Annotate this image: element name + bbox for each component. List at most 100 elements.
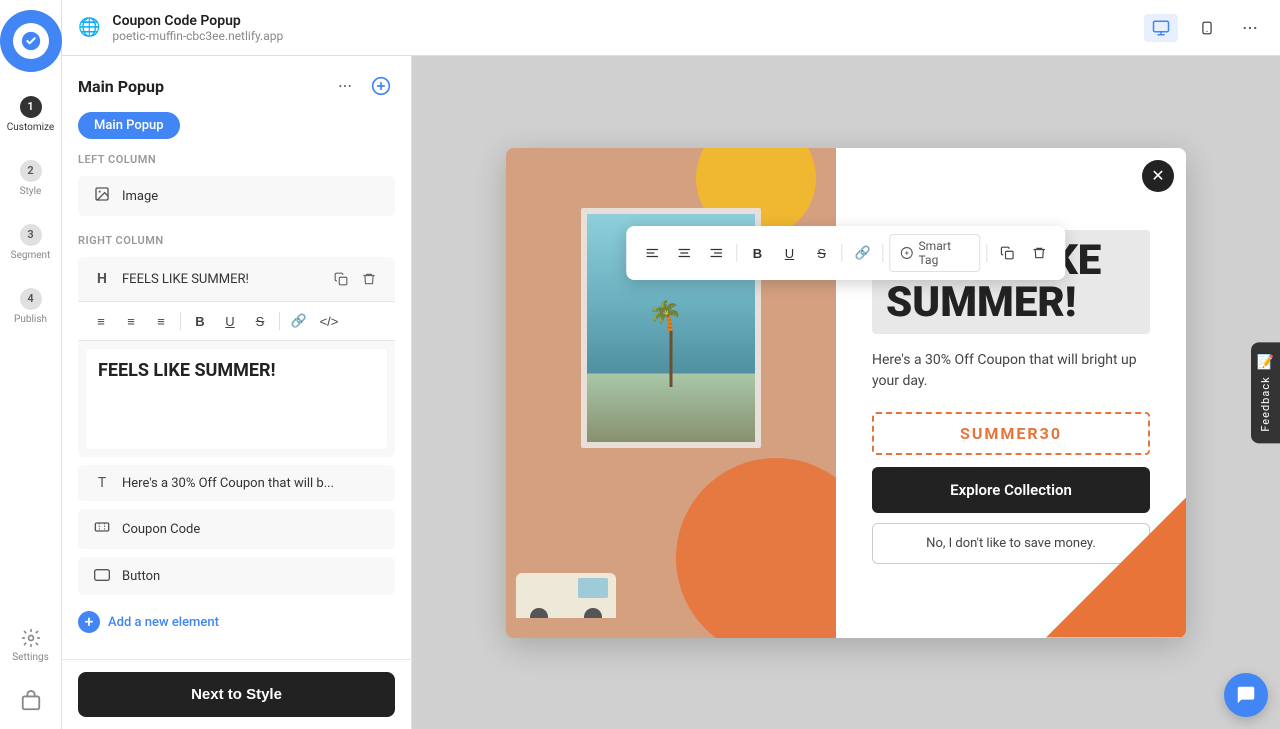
popup-preview: ✕ 🌴 [506, 148, 1186, 638]
heading-editor[interactable]: FEELS LIKE SUMMER! [86, 349, 387, 449]
sidebar-item-segment[interactable]: 3 Segment [0, 210, 62, 274]
panel-header-icons [331, 72, 395, 100]
globe-icon: 🌐 [78, 17, 100, 38]
popup-explore-button[interactable]: Explore Collection [872, 467, 1150, 513]
align-left-button[interactable]: ≡ [88, 308, 114, 334]
more-options-button[interactable] [1236, 14, 1264, 42]
strikethrough-button[interactable]: S [247, 308, 273, 334]
panel-header: Main Popup [62, 56, 411, 100]
main-popup-tab-label: Main Popup [94, 118, 164, 133]
heading-copy-button[interactable] [329, 267, 353, 291]
smart-tag-icon [901, 246, 914, 260]
heading-toolbar: ≡ ≡ ≡ B U S 🔗 </> [78, 301, 395, 341]
link-button[interactable]: 🔗 [286, 308, 312, 334]
device-desktop-button[interactable] [1144, 14, 1178, 42]
code-button[interactable]: </> [316, 308, 342, 334]
device-mobile-button[interactable] [1190, 14, 1224, 42]
ft-bold-button[interactable]: B [743, 239, 771, 267]
heading-text: FEELS LIKE SUMMER! [122, 272, 319, 287]
ft-smart-tag-button[interactable]: Smart Tag [890, 234, 981, 272]
ft-align-center-button[interactable] [670, 239, 698, 267]
van-shape [516, 573, 616, 618]
add-element-row[interactable]: + Add a new element [62, 599, 411, 645]
feedback-icon: 📝 [1257, 354, 1274, 370]
ft-link-button[interactable]: 🔗 [849, 239, 877, 267]
h-icon: H [92, 271, 112, 287]
settings-label: Settings [12, 652, 49, 663]
coupon-row[interactable]: Coupon Code [78, 509, 395, 549]
step-number-4: 4 [20, 288, 42, 310]
panel-more-button[interactable] [331, 72, 359, 100]
coupon-label: Coupon Code [122, 522, 381, 537]
panel-add-button[interactable] [367, 72, 395, 100]
van-window [578, 578, 608, 598]
chat-bubble-button[interactable] [1224, 673, 1268, 717]
ft-strikethrough-button[interactable]: S [808, 239, 836, 267]
ft-underline-button[interactable]: U [775, 239, 803, 267]
ft-align-center-icon [677, 246, 691, 260]
topbar-url: poetic-muffin-cbc3ee.netlify.app [112, 29, 283, 43]
palm-leaves: 🌴 [648, 299, 683, 332]
popup-subtext: Here's a 30% Off Coupon that will bright… [872, 350, 1150, 392]
sidebar-item-label-segment: Segment [11, 250, 51, 261]
heading-element: H FEELS LIKE SUMMER! [78, 257, 395, 457]
plus-circle-icon [371, 76, 391, 96]
text-icon: T [92, 475, 112, 491]
align-center-button[interactable]: ≡ [118, 308, 144, 334]
add-element-label: Add a new element [108, 615, 219, 630]
panel-more-icon [337, 78, 353, 94]
heading-delete-button[interactable] [357, 267, 381, 291]
paragraph-row[interactable]: T Here's a 30% Off Coupon that will b... [78, 465, 395, 501]
button-row[interactable]: Button [78, 557, 395, 595]
heading-actions [329, 267, 381, 291]
left-panel: Main Popup [62, 56, 412, 729]
mobile-icon [1200, 19, 1214, 37]
ft-align-left-button[interactable] [638, 239, 666, 267]
van-left-wheel [530, 608, 548, 618]
body-area: Main Popup [62, 56, 1280, 729]
feedback-panel[interactable]: 📝 Feedback [1251, 342, 1280, 443]
smart-tag-label: Smart Tag [919, 239, 970, 267]
desktop-icon [1152, 19, 1170, 37]
bold-button[interactable]: B [187, 308, 213, 334]
step-number-1: 1 [20, 96, 42, 118]
align-right-button[interactable]: ≡ [148, 308, 174, 334]
coupon-icon [92, 519, 112, 539]
popup-no-thanks-button[interactable]: No, I don't like to save money. [872, 523, 1150, 564]
orange-corner [1046, 498, 1186, 638]
panel-tab-row: Main Popup [62, 100, 411, 139]
palm-trunk [670, 327, 673, 387]
heading-row[interactable]: H FEELS LIKE SUMMER! [78, 257, 395, 301]
sidebar-item-style[interactable]: 2 Style [0, 146, 62, 210]
image-icon [92, 186, 112, 206]
ft-align-right-button[interactable] [702, 239, 730, 267]
ft-align-left-icon [645, 246, 659, 260]
button-icon [92, 567, 112, 585]
popup-close-button[interactable]: ✕ [1142, 160, 1174, 192]
preview-area: B U S 🔗 Smart Tag [412, 56, 1280, 729]
topbar: 🌐 Coupon Code Popup poetic-muffin-cbc3ee… [62, 0, 1280, 56]
van-right-wheel [584, 608, 602, 618]
popup-coupon-code: SUMMER30 [872, 412, 1150, 455]
image-row[interactable]: Image [78, 176, 395, 216]
next-to-style-button[interactable]: Next to Style [78, 672, 395, 717]
underline-button[interactable]: U [217, 308, 243, 334]
sidebar-item-customize[interactable]: 1 Customize [0, 82, 62, 146]
main-popup-tab[interactable]: Main Popup [78, 112, 180, 139]
sidebar-bag[interactable] [0, 673, 62, 729]
image-label: Image [122, 189, 381, 204]
copy-icon [334, 272, 348, 286]
step-number-2: 2 [20, 160, 42, 182]
main-area: 🌐 Coupon Code Popup poetic-muffin-cbc3ee… [62, 0, 1280, 729]
ft-copy-button[interactable] [994, 239, 1022, 267]
feedback-label: Feedback [1259, 376, 1272, 431]
ft-copy-icon [1001, 246, 1015, 260]
ft-trash-icon [1033, 246, 1047, 260]
right-column-label: RIGHT COLUMN [62, 220, 411, 253]
button-label: Button [122, 569, 381, 584]
ft-delete-button[interactable] [1026, 239, 1054, 267]
sidebar-item-publish[interactable]: 4 Publish [0, 274, 62, 338]
add-element-icon: + [78, 611, 100, 633]
sidebar-settings[interactable]: Settings [0, 617, 62, 673]
panel-footer: Next to Style [62, 659, 411, 729]
